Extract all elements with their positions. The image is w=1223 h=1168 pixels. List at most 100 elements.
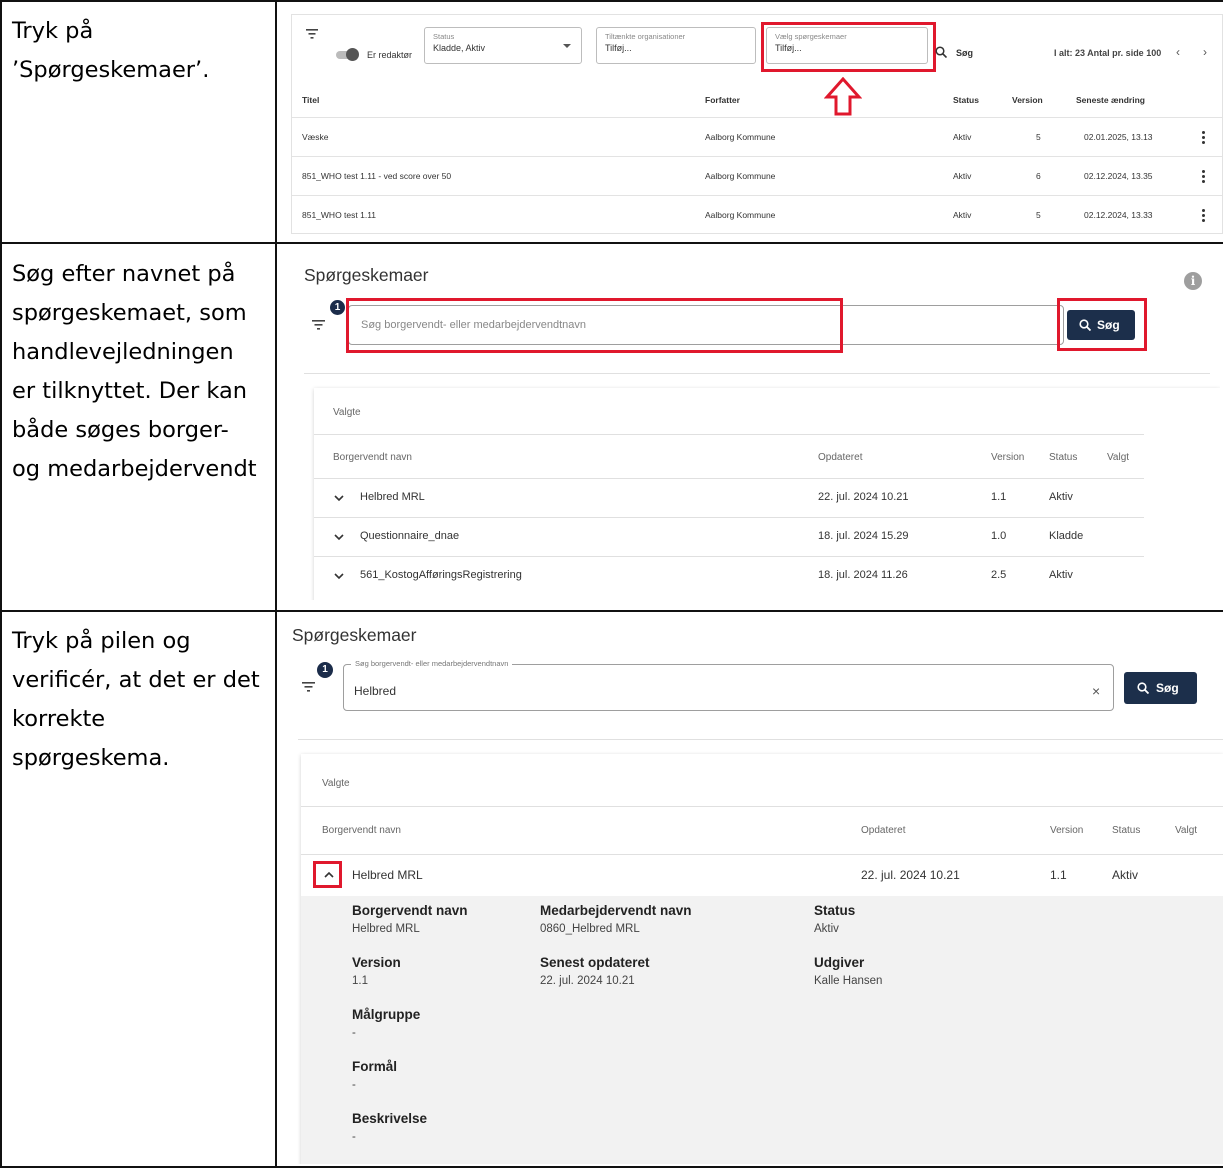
col-version[interactable]: Version [991, 452, 1024, 463]
step-1-text: Tryk på ’Spørgeskemaer’. [12, 18, 210, 83]
row-author: Aalborg Kommune [705, 210, 776, 220]
detail-citizen-name: Helbred MRL [352, 923, 420, 935]
filter-icon[interactable] [306, 29, 318, 39]
more-options-icon[interactable] [1202, 209, 1205, 224]
col-version[interactable]: Version [1012, 95, 1043, 105]
search-label[interactable]: Søg [956, 48, 973, 58]
results-card: Valgte Borgervendt navn Opdateret Versio… [314, 388, 1220, 600]
chevron-down-icon[interactable] [334, 534, 344, 541]
detail-status-label: Status [814, 903, 856, 918]
search-icon[interactable] [935, 46, 947, 58]
divider [298, 739, 1223, 740]
step-2-text: Søg efter navnet på spørgeskemaet, som h… [12, 261, 257, 482]
filter-count-badge: 1 [330, 300, 345, 315]
table-row[interactable]: Væske Aalborg Kommune Aktiv 5 02.01.2025… [292, 118, 1222, 156]
prev-page-icon[interactable]: ‹ [1176, 45, 1180, 59]
table-row[interactable]: 851_WHO test 1.11 - ved score over 50 Aa… [292, 157, 1222, 195]
row-status: Aktiv [953, 210, 972, 220]
search-button-label: Søg [1156, 681, 1179, 695]
detail-updated-label: Senest opdateret [540, 955, 650, 970]
col-selected[interactable]: Valgt [1107, 452, 1129, 463]
filter-icon[interactable] [312, 320, 325, 330]
col-version[interactable]: Version [1050, 825, 1083, 836]
search-value: Helbred [354, 684, 397, 698]
section-title: Valgte [322, 778, 350, 789]
table-row[interactable]: 851_WHO test 1.11 Aalborg Kommune Aktiv … [292, 196, 1222, 233]
detail-purpose-label: Formål [352, 1059, 398, 1074]
row-changed: 02.12.2024, 13.35 [1084, 171, 1153, 181]
row-changed: 02.01.2025, 13.13 [1084, 132, 1153, 142]
detail-view-screenshot: Spørgeskemaer 1 Søg borgervendt- eller m… [290, 618, 1223, 1164]
item-updated: 18. jul. 2024 11.26 [818, 569, 908, 581]
organisations-input[interactable]: Tiltænkte organisationer Tilføj... [596, 27, 756, 64]
chevron-down-icon[interactable] [334, 495, 344, 502]
item-updated: 18. jul. 2024 15.29 [818, 530, 909, 542]
col-status[interactable]: Status [1112, 825, 1140, 836]
col-name[interactable]: Borgervendt navn [333, 452, 412, 463]
organisations-placeholder: Tilføj... [605, 43, 632, 53]
search-button[interactable]: Søg [1124, 672, 1197, 704]
filter-icon[interactable] [302, 682, 315, 692]
search-input[interactable]: Søg borgervendt- eller medarbejdervendtn… [343, 659, 1114, 711]
highlight-search-input [346, 298, 843, 353]
col-name[interactable]: Borgervendt navn [322, 825, 401, 836]
item-updated: 22. jul. 2024 10.21 [861, 868, 960, 882]
list-item[interactable]: Helbred MRL 22. jul. 2024 10.21 1.1 Akti… [301, 855, 1223, 895]
dropdown-arrow-icon [563, 44, 571, 48]
row-version: 5 [1036, 132, 1041, 142]
col-updated[interactable]: Opdateret [818, 452, 862, 463]
item-name: Helbred MRL [352, 868, 423, 882]
more-options-icon[interactable] [1202, 170, 1205, 185]
table-border-top [0, 0, 1223, 2]
item-status: Aktiv [1112, 868, 1139, 882]
editor-toggle[interactable] [336, 48, 359, 61]
status-value: Kladde, Aktiv [433, 43, 486, 53]
col-selected[interactable]: Valgt [1175, 825, 1197, 836]
item-name: Helbred MRL [360, 491, 425, 503]
table-border-left [0, 0, 2, 1168]
col-status[interactable]: Status [1049, 452, 1077, 463]
chevron-down-icon[interactable] [334, 573, 344, 580]
highlight-search-button [1057, 298, 1147, 351]
table-border-row1 [0, 242, 1223, 244]
detail-target: - [352, 1027, 356, 1039]
highlight-expand-arrow [313, 861, 342, 888]
col-author[interactable]: Forfatter [705, 95, 740, 105]
search-field-label: Søg borgervendt- eller medarbejdervendtn… [351, 659, 513, 668]
organisations-label: Tiltænkte organisationer [605, 32, 686, 41]
item-updated: 22. jul. 2024 10.21 [818, 491, 909, 503]
item-version: 1.1 [1050, 868, 1067, 882]
detail-publisher-label: Udgiver [814, 955, 865, 970]
row-version: 5 [1036, 210, 1041, 220]
item-name: 561_KostogAfføringsRegistrering [360, 569, 522, 581]
list-item[interactable]: Helbred MRL 22. jul. 2024 10.21 1.1 Akti… [314, 479, 1144, 517]
item-status: Kladde [1049, 530, 1084, 542]
info-icon[interactable]: i [1184, 272, 1202, 290]
row-version: 6 [1036, 171, 1041, 181]
col-status[interactable]: Status [953, 95, 979, 105]
detail-description: - [352, 1131, 356, 1143]
next-page-icon[interactable]: › [1203, 45, 1207, 59]
clear-icon[interactable]: × [1092, 683, 1100, 699]
row-author: Aalborg Kommune [705, 132, 776, 142]
item-name: Questionnaire_dnae [360, 530, 460, 542]
detail-purpose: - [352, 1079, 356, 1091]
section-title: Valgte [333, 407, 361, 418]
more-options-icon[interactable] [1202, 131, 1205, 146]
detail-updated: 22. jul. 2024 10.21 [540, 975, 635, 987]
detail-version-label: Version [352, 955, 401, 970]
editor-toggle-label: Er redaktør [367, 50, 413, 60]
results-card: Valgte Borgervendt navn Opdateret Versio… [301, 754, 1223, 1164]
col-updated[interactable]: Opdateret [861, 825, 905, 836]
col-title[interactable]: Titel [302, 95, 319, 105]
col-changed[interactable]: Seneste ændring [1076, 95, 1145, 105]
status-select[interactable]: Status Kladde, Aktiv [424, 27, 582, 64]
divider [314, 434, 1144, 435]
list-item[interactable]: Questionnaire_dnae 18. jul. 2024 15.29 1… [314, 518, 1144, 556]
detail-citizen-name-label: Borgervendt navn [352, 903, 468, 918]
item-version: 1.0 [991, 530, 1007, 542]
row-title: 851_WHO test 1.11 [302, 210, 377, 220]
list-item[interactable]: 561_KostogAfføringsRegistrering 18. jul.… [314, 557, 1144, 595]
table-border-row2 [0, 610, 1223, 612]
detail-staff-name: 0860_Helbred MRL [540, 923, 640, 935]
